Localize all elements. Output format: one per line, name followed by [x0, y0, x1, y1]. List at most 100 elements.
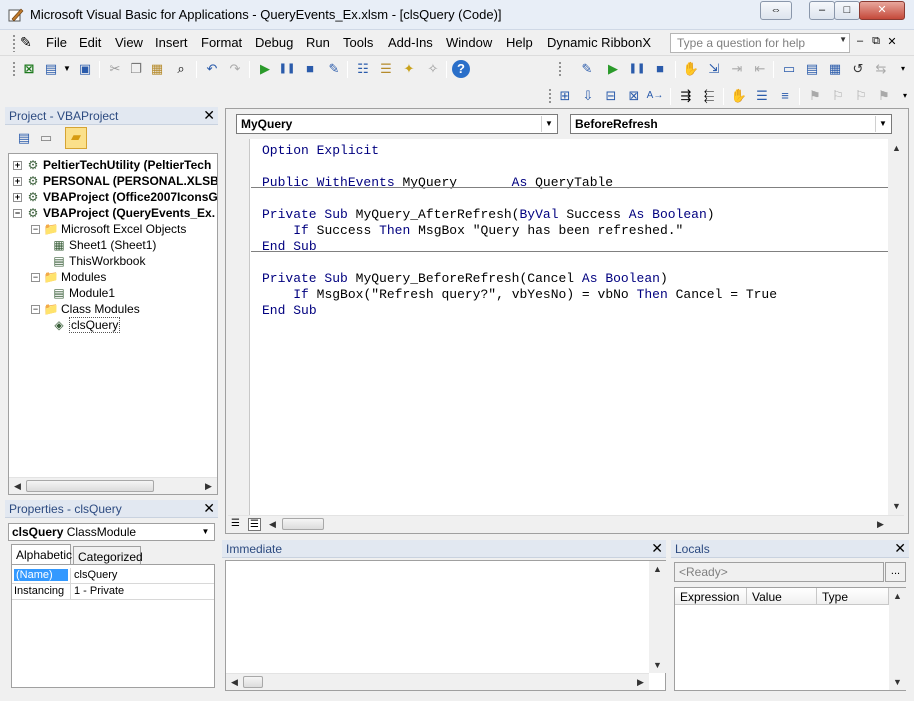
project-tree-hscroll[interactable]: ◀ ▶ [9, 477, 217, 494]
column-value[interactable]: Value [747, 588, 817, 605]
chevron-down-icon[interactable]: ▼ [839, 35, 847, 44]
code-hscroll[interactable]: ☰ ☰ ◀ ▶ [228, 515, 904, 532]
step-into-icon[interactable]: ⇲ [705, 60, 723, 78]
watch-window-icon[interactable]: ▦ [826, 60, 844, 78]
uncomment-block-icon[interactable]: ≡ [776, 87, 794, 105]
clear-bookmarks-icon[interactable]: ⚑ [875, 87, 893, 105]
toolbar-grip[interactable] [12, 61, 16, 78]
toolbox-icon[interactable]: ✧ [424, 60, 442, 78]
run-icon[interactable]: ▶ [604, 60, 622, 78]
tree-item[interactable]: + ⚙ PeltierTechUtility (PeltierTech [13, 157, 211, 173]
immediate-window[interactable]: ▲ ▼ ◀ ▶ [225, 560, 666, 691]
scroll-right-icon[interactable]: ▶ [872, 519, 889, 530]
locals-grid[interactable]: Expression Value Type ▲ ▼ [674, 587, 906, 691]
code-line[interactable]: Public WithEvents MyQuery As QueryTable [262, 175, 613, 191]
toggle-folders-icon[interactable]: ▰ [65, 127, 87, 149]
undo-icon[interactable]: ↶ [203, 60, 221, 78]
immediate-hscroll[interactable]: ◀ ▶ [226, 673, 649, 690]
toggle-bookmark-icon[interactable]: ⚑ [806, 87, 824, 105]
code-line[interactable]: If Success Then MsgBox "Query has been r… [262, 223, 683, 239]
paste-icon[interactable]: ▦ [148, 60, 166, 78]
tree-item[interactable]: − 📁 Modules [31, 269, 106, 285]
expand-icon[interactable]: + [13, 193, 22, 203]
code-line[interactable]: Private Sub MyQuery_BeforeRefresh(Cancel… [262, 271, 668, 287]
immediate-vscroll[interactable]: ▲ ▼ [649, 561, 666, 673]
scroll-left-icon[interactable]: ◀ [264, 519, 281, 530]
scroll-thumb[interactable] [282, 518, 324, 530]
code-margin[interactable] [228, 139, 250, 515]
menu-window[interactable]: Window [446, 35, 492, 50]
tree-item[interactable]: ▦ Sheet1 (Sheet1) [49, 237, 156, 253]
full-module-view-icon[interactable]: ☰ [248, 518, 261, 531]
expand-icon[interactable]: + [13, 161, 22, 171]
immediate-window-icon[interactable]: ▤ [803, 60, 821, 78]
menu-file[interactable]: File [46, 35, 67, 50]
help-icon[interactable]: ? [452, 60, 470, 78]
reset-icon[interactable]: ■ [651, 60, 669, 78]
tree-item[interactable]: ◈ clsQuery [49, 317, 121, 333]
toolbar-options-icon[interactable]: ▾ [896, 87, 914, 105]
property-value[interactable]: 1 - Private [70, 584, 210, 599]
list-constants-icon[interactable]: ⇩ [579, 87, 597, 105]
column-expression[interactable]: Expression [675, 588, 747, 605]
column-type[interactable]: Type [817, 588, 889, 605]
break-icon[interactable]: ❚❚ [278, 60, 296, 78]
reset-icon[interactable]: ■ [301, 60, 319, 78]
scroll-down-icon[interactable]: ▼ [888, 501, 905, 511]
menu-add-ins[interactable]: Add-Ins [388, 35, 433, 50]
previous-bookmark-icon[interactable]: ⚐ [852, 87, 870, 105]
menu-edit[interactable]: Edit [79, 35, 101, 50]
collapse-icon[interactable]: − [31, 273, 40, 283]
call-stack-icon[interactable]: ⇆ [872, 60, 890, 78]
tab-alphabetic[interactable]: Alphabetic [11, 544, 72, 564]
expand-icon[interactable]: + [13, 177, 22, 187]
tree-item[interactable]: − ⚙ VBAProject (QueryEvents_Ex. [13, 205, 215, 221]
code-line[interactable]: End Sub [262, 239, 317, 255]
complete-word-icon[interactable]: A→ [646, 87, 664, 105]
scroll-up-icon[interactable]: ▲ [888, 143, 905, 153]
cut-icon[interactable]: ✂ [106, 60, 124, 78]
property-row[interactable]: Instancing 1 - Private [12, 584, 214, 600]
code-line[interactable]: If MsgBox("Refresh query?", vbYesNo) = v… [262, 287, 777, 303]
chevron-down-icon[interactable]: ▼ [541, 116, 556, 132]
tree-item[interactable]: ▤ ThisWorkbook [49, 253, 145, 269]
mdi-restore-button[interactable]: ⧉ [868, 35, 884, 48]
view-excel-icon[interactable]: ⊠ [20, 60, 38, 78]
code-line[interactable]: End Sub [262, 303, 317, 319]
vba-menu-icon[interactable]: ✎ [20, 34, 32, 51]
scroll-left-icon[interactable]: ◀ [226, 677, 243, 688]
collapse-icon[interactable]: − [31, 225, 40, 235]
parameter-info-icon[interactable]: ⊠ [625, 87, 643, 105]
object-combo[interactable]: MyQuery ▼ [236, 114, 558, 134]
toggle-breakpoint-icon[interactable]: ✋ [730, 87, 748, 105]
outdent-icon[interactable]: ⬱ [700, 87, 718, 105]
toolbar-grip[interactable] [548, 88, 552, 105]
chevron-down-icon[interactable]: ▼ [875, 116, 890, 132]
tree-item[interactable]: − 📁 Class Modules [31, 301, 140, 317]
quick-watch-icon[interactable]: ↺ [849, 60, 867, 78]
close-icon[interactable]: ✕ [203, 500, 215, 517]
help-search-input[interactable]: Type a question for help ▼ [670, 33, 850, 53]
menu-help[interactable]: Help [506, 35, 533, 50]
quick-info-icon[interactable]: ⊟ [602, 87, 620, 105]
menu-tools[interactable]: Tools [343, 35, 373, 50]
procedure-view-icon[interactable]: ☰ [231, 518, 240, 529]
collapse-icon[interactable]: − [13, 209, 22, 219]
design-mode-icon[interactable]: ✎ [325, 60, 343, 78]
indent-icon[interactable]: ⇶ [677, 87, 695, 105]
mdi-minimize-button[interactable]: – [852, 35, 868, 47]
locals-vscroll[interactable]: ▲ ▼ [889, 588, 906, 690]
menu-insert[interactable]: Insert [155, 35, 188, 50]
menu-view[interactable]: View [115, 35, 143, 50]
toggle-breakpoint-icon[interactable]: ✋ [682, 60, 700, 78]
close-icon[interactable]: ✕ [651, 540, 663, 557]
menu-debug[interactable]: Debug [255, 35, 293, 50]
chevron-down-icon[interactable]: ▼ [198, 525, 213, 539]
properties-grid[interactable]: (Name) clsQuery Instancing 1 - Private [11, 564, 215, 688]
close-button[interactable]: ✕ [859, 1, 905, 20]
step-out-icon[interactable]: ⇤ [751, 60, 769, 78]
collapse-icon[interactable]: − [31, 305, 40, 315]
comment-block-icon[interactable]: ☰ [753, 87, 771, 105]
properties-window-icon[interactable]: ☰ [377, 60, 395, 78]
maximize-button[interactable]: □ [834, 1, 860, 20]
